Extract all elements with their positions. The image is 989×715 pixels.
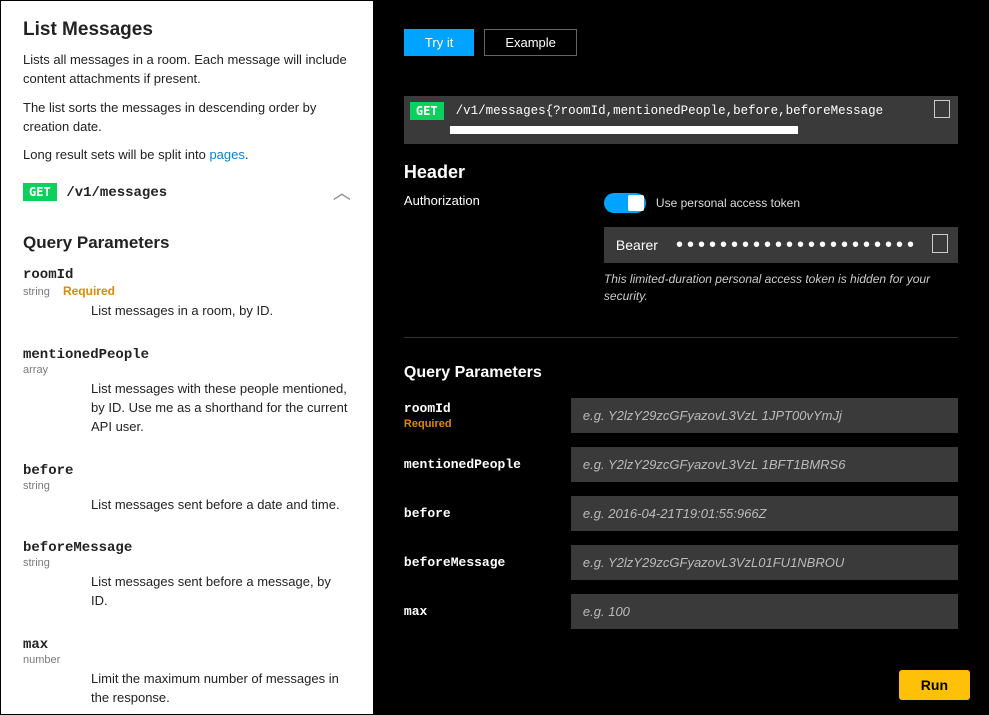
chevron-up-icon[interactable]: ︿ xyxy=(333,179,351,205)
query-params-form: Query Parameters roomId Required mention… xyxy=(404,364,958,643)
param-name: mentionedPeople xyxy=(23,347,351,363)
qp-row-beforeMessage: beforeMessage xyxy=(404,545,958,580)
description-1: Lists all messages in a room. Each messa… xyxy=(23,51,351,89)
param-desc: List messages sent before a date and tim… xyxy=(91,496,351,515)
divider xyxy=(404,337,958,338)
qp-row-max: max xyxy=(404,594,958,629)
param-desc: List messages in a room, by ID. xyxy=(91,302,351,321)
param-before: before string List messages sent before … xyxy=(23,463,351,515)
query-params-heading: Query Parameters xyxy=(404,364,958,382)
param-type: string xyxy=(23,480,351,492)
qp-row-mentionedPeople: mentionedPeople xyxy=(404,447,958,482)
qp-name: max xyxy=(404,604,559,619)
personal-token-toggle[interactable] xyxy=(604,193,646,213)
roomId-input[interactable] xyxy=(571,398,958,433)
param-desc: Limit the maximum number of messages in … xyxy=(91,670,351,708)
method-badge: GET xyxy=(410,102,444,120)
before-input[interactable] xyxy=(571,496,958,531)
qp-name: roomId xyxy=(404,401,559,416)
qp-row-before: before xyxy=(404,496,958,531)
description-2: The list sorts the messages in descendin… xyxy=(23,99,351,137)
method-badge: GET xyxy=(23,183,57,201)
token-hint: This limited-duration personal access to… xyxy=(604,271,958,305)
tab-try-it[interactable]: Try it xyxy=(404,29,474,56)
qp-row-roomId: roomId Required xyxy=(404,398,958,433)
url-text: /v1/messages{?roomId,mentionedPeople,bef… xyxy=(456,104,884,118)
copy-icon[interactable] xyxy=(934,236,948,253)
param-name: max xyxy=(23,637,351,653)
param-name: roomId xyxy=(23,267,351,283)
toggle-label: Use personal access token xyxy=(656,196,800,210)
docs-panel: List Messages Lists all messages in a ro… xyxy=(1,1,374,714)
qp-name: before xyxy=(404,506,559,521)
endpoint-path: /v1/messages xyxy=(66,185,167,201)
param-mentionedPeople: mentionedPeople array List messages with… xyxy=(23,347,351,437)
header-heading: Header xyxy=(404,162,958,183)
tab-example[interactable]: Example xyxy=(484,29,577,56)
bearer-box: Bearer •••••••••••••••••••••• xyxy=(604,227,958,263)
tabs: Try it Example xyxy=(404,29,958,56)
bearer-label: Bearer xyxy=(616,237,658,253)
query-params-heading: Query Parameters xyxy=(23,233,351,253)
param-desc: List messages sent before a message, by … xyxy=(91,573,351,611)
mentionedPeople-input[interactable] xyxy=(571,447,958,482)
qp-name: mentionedPeople xyxy=(404,457,559,472)
param-type: array xyxy=(23,364,351,376)
param-beforeMessage: beforeMessage string List messages sent … xyxy=(23,540,351,611)
param-type: number xyxy=(23,654,351,666)
endpoint-row: GET /v1/messages ︿ xyxy=(23,179,351,205)
page-title: List Messages xyxy=(23,19,351,41)
description-3: Long result sets will be split into page… xyxy=(23,146,351,165)
required-label: Required xyxy=(63,284,115,298)
param-type: string xyxy=(23,557,351,569)
param-roomId: roomId string Required List messages in … xyxy=(23,267,351,321)
pages-link[interactable]: pages xyxy=(209,147,244,162)
try-it-panel: Try it Example GET /v1/messages{?roomId,… xyxy=(374,1,988,714)
auth-label: Authorization xyxy=(404,193,574,208)
param-desc: List messages with these people mentione… xyxy=(91,380,351,437)
run-button[interactable]: Run xyxy=(899,670,970,700)
param-max: max number Limit the maximum number of m… xyxy=(23,637,351,714)
auth-row: Authorization Use personal access token … xyxy=(404,193,958,305)
url-bar: GET /v1/messages{?roomId,mentionedPeople… xyxy=(404,96,958,144)
token-masked: •••••••••••••••••••••• xyxy=(676,240,918,250)
qp-name: beforeMessage xyxy=(404,555,559,570)
param-type: string xyxy=(23,286,50,298)
param-name: before xyxy=(23,463,351,479)
required-label: Required xyxy=(404,418,559,430)
max-input[interactable] xyxy=(571,594,958,629)
copy-icon[interactable] xyxy=(936,102,950,118)
beforeMessage-input[interactable] xyxy=(571,545,958,580)
url-progress-bar xyxy=(450,126,798,134)
param-name: beforeMessage xyxy=(23,540,351,556)
